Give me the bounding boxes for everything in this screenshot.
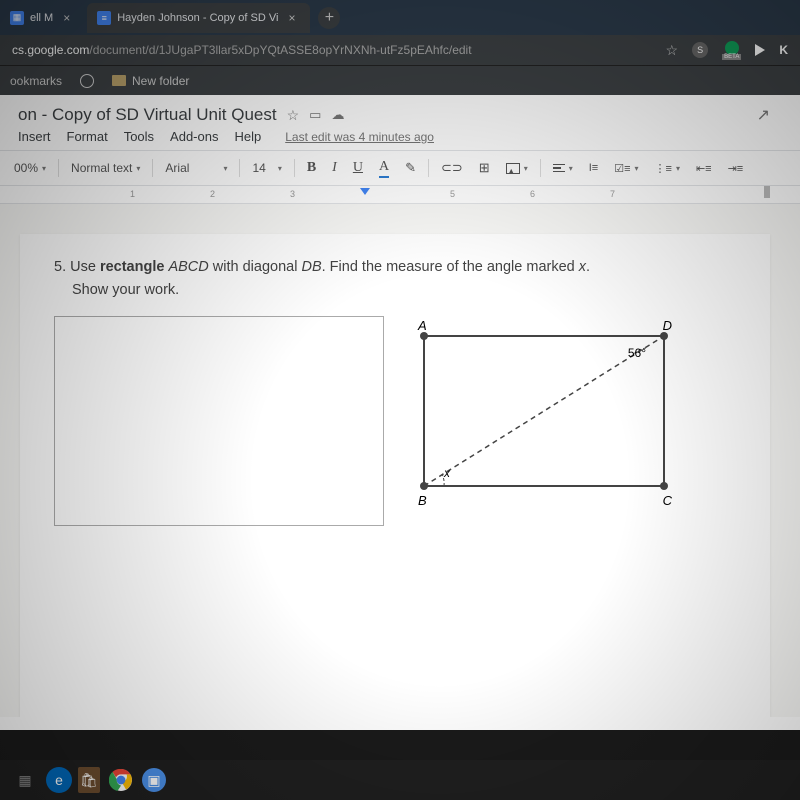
menu-insert[interactable]: Insert <box>18 129 51 144</box>
google-docs-app: on - Copy of SD Virtual Unit Quest ☆ ▭ ☁… <box>0 95 800 730</box>
chevron-down-icon: ▾ <box>223 164 227 173</box>
taskbar-store-icon[interactable]: 🛍 <box>78 767 100 793</box>
add-comment-button[interactable]: ⊞ <box>475 158 494 178</box>
right-letter-k: K <box>779 43 788 57</box>
chevron-down-icon: ▾ <box>524 164 528 173</box>
line-spacing-button[interactable]: I≡ <box>585 160 602 176</box>
address-bar[interactable]: cs.google.com/document/d/1JUgaPT3llar5xD… <box>0 35 800 65</box>
indent-decrease-button[interactable]: ⇤≡ <box>692 160 716 177</box>
menu-bar: Insert Format Tools Add-ons Help Last ed… <box>0 129 800 150</box>
browser-tab-inactive[interactable]: ▦ ell M × <box>0 3 85 33</box>
text-color-button[interactable]: A <box>375 157 393 180</box>
extension-s-icon[interactable]: S <box>692 42 708 58</box>
doc-header: on - Copy of SD Virtual Unit Quest ☆ ▭ ☁… <box>0 95 800 129</box>
zoom-dropdown[interactable]: 00%▾ <box>10 159 50 177</box>
tab-label: Hayden Johnson - Copy of SD Vi <box>117 12 278 24</box>
star-icon[interactable]: ☆ <box>287 107 300 124</box>
bullet-list-button[interactable]: ⋮≡▾ <box>651 160 684 177</box>
activity-icon[interactable]: ↗ <box>757 105 770 125</box>
bookmark-new-folder[interactable]: New folder <box>112 74 189 88</box>
chevron-down-icon: ▾ <box>42 164 46 173</box>
menu-format[interactable]: Format <box>67 129 108 144</box>
browser-tab-strip: ▦ ell M × ≡ Hayden Johnson - Copy of SD … <box>0 0 800 35</box>
chevron-down-icon: ▾ <box>278 164 282 173</box>
taskbar-meet-icon[interactable]: ▣ <box>142 768 166 792</box>
problem-text: 5. Use rectangle ABCD with diagonal DB. … <box>54 256 736 302</box>
chevron-down-icon: ▾ <box>136 164 140 173</box>
ruler-right-stop[interactable] <box>764 186 770 198</box>
extension-beta-icon[interactable]: BETA <box>722 41 741 60</box>
align-button[interactable]: ▾ <box>549 162 577 175</box>
folder-icon <box>112 75 126 86</box>
play-icon[interactable] <box>755 44 765 56</box>
vertex-C: C <box>663 493 672 508</box>
browser-tab-active[interactable]: ≡ Hayden Johnson - Copy of SD Vi × <box>87 3 310 33</box>
menu-help[interactable]: Help <box>234 129 261 144</box>
highlight-button[interactable]: ✎ <box>401 158 420 178</box>
font-size-dropdown[interactable]: 14▾ <box>248 159 285 177</box>
close-icon[interactable]: × <box>288 12 300 24</box>
tab-favicon: ≡ <box>97 11 111 25</box>
url-host: cs.google.com <box>12 43 89 57</box>
insert-image-button[interactable]: ▾ <box>502 161 532 176</box>
taskbar-edge-icon[interactable]: e <box>46 767 72 793</box>
italic-button[interactable]: I <box>328 158 341 178</box>
windows-taskbar: ▦ e 🛍 ▣ <box>0 760 800 800</box>
close-icon[interactable]: × <box>63 12 75 24</box>
star-icon[interactable]: ☆ <box>666 42 679 59</box>
tab-label: ell M <box>30 12 53 24</box>
move-icon[interactable]: ▭ <box>309 107 321 123</box>
indent-increase-button[interactable]: ⇥≡ <box>724 160 748 177</box>
new-tab-button[interactable]: + <box>318 7 340 29</box>
chevron-down-icon: ▾ <box>569 164 573 173</box>
taskbar-unknown-icon[interactable]: ▦ <box>10 765 40 795</box>
geometry-figure: A D B C 56° x <box>404 316 684 516</box>
bold-button[interactable]: B <box>303 158 320 178</box>
checklist-button[interactable]: ☑≡▾ <box>610 160 642 177</box>
tab-favicon: ▦ <box>10 11 24 25</box>
menu-addons[interactable]: Add-ons <box>170 129 218 144</box>
angle-56: 56° <box>628 346 646 360</box>
globe-icon <box>80 74 94 88</box>
formatting-toolbar: 00%▾ Normal text▾ Arial▾ 14▾ B I U A ✎ ⊂… <box>0 150 800 186</box>
bookmarks-bar: ookmarks New folder <box>0 65 800 95</box>
menu-tools[interactable]: Tools <box>124 129 154 144</box>
bookmark-globe[interactable] <box>80 74 94 88</box>
url-path: /document/d/1JUgaPT3llar5xDpYQtASSE8opYr… <box>89 43 471 57</box>
cloud-icon[interactable]: ☁ <box>331 107 344 123</box>
vertex-B: B <box>418 493 427 508</box>
document-page: 5. Use rectangle ABCD with diagonal DB. … <box>20 234 770 717</box>
answer-work-box[interactable] <box>54 316 384 526</box>
insert-link-button[interactable]: ⊂⊃ <box>437 158 467 178</box>
horizontal-ruler[interactable]: 1 2 3 5 6 7 <box>0 186 800 204</box>
underline-button[interactable]: U <box>349 158 367 178</box>
vertex-A: A <box>418 318 427 333</box>
ruler-indent-marker[interactable] <box>360 188 370 195</box>
style-dropdown[interactable]: Normal text▾ <box>67 159 144 177</box>
font-dropdown[interactable]: Arial▾ <box>161 159 231 177</box>
vertex-D: D <box>663 318 672 333</box>
doc-title[interactable]: on - Copy of SD Virtual Unit Quest <box>18 105 277 125</box>
angle-x: x <box>444 466 450 480</box>
bookmarks-label[interactable]: ookmarks <box>10 74 62 88</box>
document-canvas[interactable]: 5. Use rectangle ABCD with diagonal DB. … <box>0 204 800 717</box>
last-edit-link[interactable]: Last edit was 4 minutes ago <box>285 130 434 144</box>
taskbar-chrome-icon[interactable] <box>106 765 136 795</box>
